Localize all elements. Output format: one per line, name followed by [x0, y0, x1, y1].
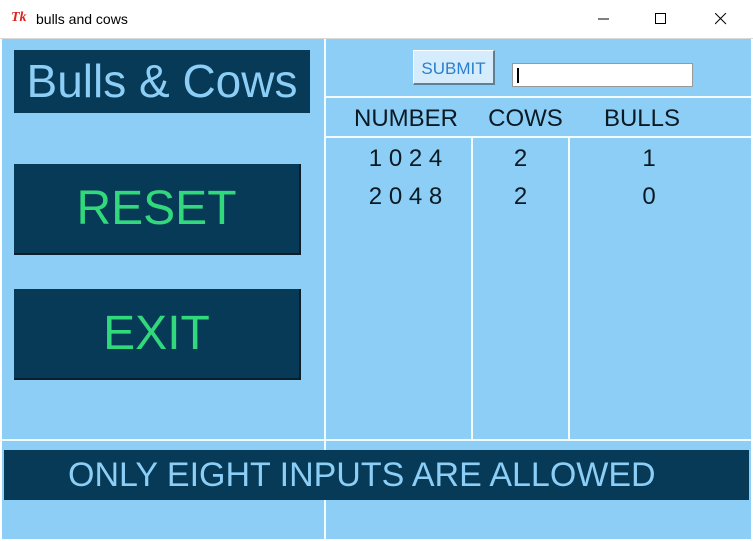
- header-number: NUMBER: [353, 105, 458, 132]
- text-cursor: [517, 68, 519, 83]
- divider: [2, 439, 751, 441]
- title-bar: Tk bulls and cows: [0, 0, 753, 39]
- tk-feather-icon: Tk: [11, 10, 27, 25]
- close-button[interactable]: [698, 0, 744, 38]
- guess-input[interactable]: [512, 63, 693, 87]
- submit-button[interactable]: SUBMIT: [413, 50, 495, 85]
- app-window: Bulls & Cows RESET EXIT SUBMIT NUMBER CO…: [2, 39, 751, 539]
- row-1-cows: 2: [513, 145, 528, 172]
- row-1-number: 1 0 2 4: [368, 145, 443, 172]
- divider: [326, 96, 751, 98]
- app-logo: Bulls & Cows: [14, 50, 310, 113]
- row-2-number: 2 0 4 8: [368, 183, 443, 210]
- header-cows: COWS: [488, 105, 563, 132]
- exit-button[interactable]: EXIT: [14, 289, 301, 380]
- row-2-bulls: 0: [642, 183, 656, 210]
- status-message: ONLY EIGHT INPUTS ARE ALLOWED: [4, 450, 749, 500]
- row-1-bulls: 1: [642, 145, 656, 172]
- minimize-icon: [598, 18, 609, 20]
- close-icon: [715, 13, 727, 25]
- maximize-icon: [655, 13, 666, 24]
- maximize-button[interactable]: [638, 0, 684, 38]
- window-title: bulls and cows: [36, 11, 128, 27]
- header-bulls: BULLS: [603, 105, 681, 132]
- minimize-button[interactable]: [581, 0, 627, 38]
- reset-button[interactable]: RESET: [14, 164, 301, 255]
- row-2-cows: 2: [513, 183, 528, 210]
- divider: [326, 136, 751, 138]
